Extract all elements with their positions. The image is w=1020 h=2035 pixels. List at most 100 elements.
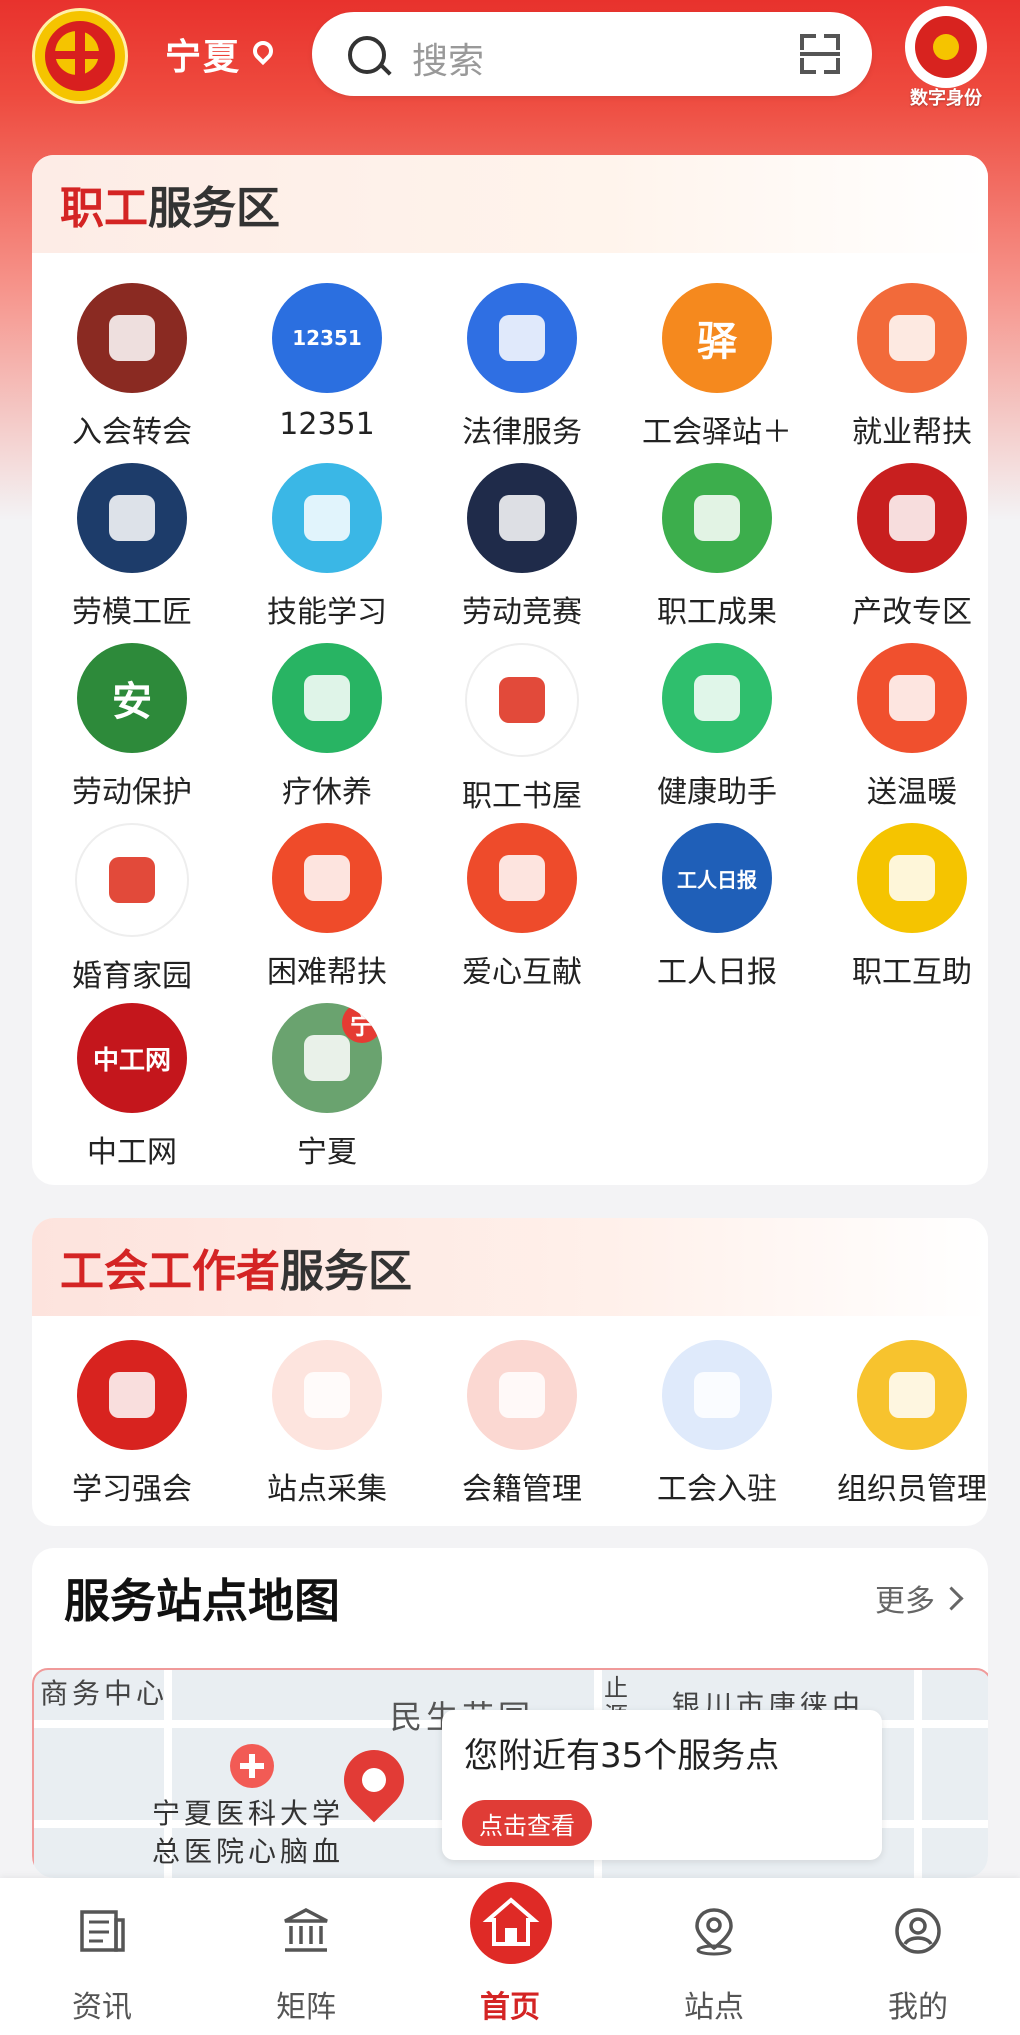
service-item[interactable]: 法律服务 [432,283,612,451]
icon-text: 中工网 [92,1045,171,1076]
title-highlight: 工会工作者 [60,1246,280,1297]
service-item[interactable]: 12351 12351 [237,283,417,442]
service-item[interactable]: 中工网 中工网 [42,1003,222,1171]
service-item-label: 入会转会 [72,415,192,450]
service-item[interactable]: 婚育家园 [42,823,222,995]
view-button[interactable]: 点击查看 [462,1800,592,1846]
ningxia-photo-icon: 宁 [272,1003,382,1113]
service-item-label: 疗休养 [282,775,372,810]
location-icon [695,1908,733,1956]
service-item[interactable]: 劳动竞赛 [432,463,612,631]
station-house-icon: 驿 [662,283,772,393]
tab-home[interactable]: 首页 [408,1878,612,2035]
service-item-label: 职工成果 [657,595,777,630]
service-item-label: 送温暖 [867,775,957,810]
worker-service-title: 职工 服务区 [32,155,988,253]
tab-matrix[interactable]: 矩阵 [204,1878,408,2035]
digital-id-icon [905,6,987,88]
union-emblem-icon [77,1340,187,1450]
service-item-label: 劳模工匠 [72,595,192,630]
map-label: 总医院心脑血 [152,1835,345,1868]
icon-text: 12351 [292,326,362,350]
service-item[interactable]: 职工互助 [822,823,988,991]
service-item[interactable]: 工会入驻 [627,1340,807,1508]
worker-service-panel: 职工 服务区 入会转会 12351 12351 法律服务 驿工会驿站＋ 就业帮扶 劳模工匠 技… [32,155,988,1185]
service-item-label: 工人日报 [657,955,777,990]
service-item[interactable]: 学习强会 [42,1340,222,1508]
document-icon [662,1340,772,1450]
union-logo-icon [32,8,128,104]
more-label: 更多 [875,1584,935,1619]
more-link[interactable]: 更多 [875,1576,964,1620]
service-item[interactable]: 会籍管理 [432,1340,612,1508]
service-item[interactable]: 组织员管理 [822,1340,988,1508]
location-pin-icon [248,36,278,66]
tab-label: 首页 [480,1990,540,2025]
service-item-label: 职工互助 [852,955,972,990]
member-icon [467,1340,577,1450]
map-title: 服务站点地图 [64,1574,340,1628]
membership-book-icon [77,283,187,393]
tab-label: 资讯 [72,1990,132,2025]
union-logo-icon [857,823,967,933]
search-bar[interactable]: 搜索 [312,12,872,96]
icon-text: 驿 [697,319,737,365]
digital-id-button[interactable]: 数字身份 [900,6,992,110]
service-item[interactable]: 工人日报 工人日报 [627,823,807,991]
tab-stations[interactable]: 站点 [612,1878,816,2035]
competition-icon [467,463,577,573]
palm-tree-icon [272,643,382,753]
service-item-label: 宁夏 [297,1135,357,1170]
map-label: 商务中心 [40,1677,169,1710]
medal-icon [77,463,187,573]
service-item-label: 婚育家园 [72,959,192,994]
tree-icon [662,463,772,573]
staff-service-title: 工会工作者 服务区 [32,1218,988,1316]
service-item-label: 困难帮扶 [267,955,387,990]
service-item[interactable]: 职工书屋 [432,643,612,815]
service-item[interactable]: 爱心互献 [432,823,612,991]
service-item[interactable]: 就业帮扶 [822,283,988,451]
scan-icon[interactable] [800,34,840,74]
home-icon [470,1882,552,1964]
tab-profile[interactable]: 我的 [816,1878,1020,2035]
service-item[interactable]: 站点采集 [237,1340,417,1508]
service-item[interactable]: 劳模工匠 [42,463,222,631]
service-item[interactable]: 入会转会 [42,283,222,451]
safety-health-icon: 安 [77,643,187,753]
location-pin-icon [331,1737,417,1823]
map-label: 宁夏医科大学 [152,1797,345,1830]
top-header: 宁夏 搜索 数字身份 [0,0,1020,140]
nearby-popup: 您附近有35个服务点 点击查看 [442,1710,882,1860]
search-placeholder: 搜索 [412,41,485,82]
service-item-label: 组织员管理 [837,1472,987,1507]
bottom-nav: 资讯 矩阵 首页 站点 我的 [0,1878,1020,2035]
region-selector[interactable]: 宁夏 [165,28,278,80]
service-item-label: 工会驿站＋ [642,415,792,450]
service-item[interactable]: 疗休养 [237,643,417,811]
service-item[interactable]: 技能学习 [237,463,417,631]
service-item[interactable]: 送温暖 [822,643,988,811]
service-item-label: 健康助手 [657,775,777,810]
service-item[interactable]: 产改专区 [822,463,988,631]
map-view[interactable]: 商务中心 民生花园 银川市唐徕中 止 源 宁夏医科大学 总医院心脑血 您附近有3… [32,1668,988,1878]
title-rest: 服务区 [148,183,280,234]
icon-text: 工人日报 [677,867,757,892]
service-item[interactable]: 宁宁夏 [237,1003,417,1171]
news-icon [80,1910,125,1952]
building-icon [284,1908,328,1952]
service-item[interactable]: 困难帮扶 [237,823,417,991]
search-icon [348,36,386,74]
hotline-12351-icon: 12351 [272,283,382,393]
service-item[interactable]: 健康助手 [627,643,807,811]
family-heart-icon [75,823,189,937]
service-item[interactable]: 职工成果 [627,463,807,631]
service-item[interactable]: 安劳动保护 [42,643,222,811]
region-label: 宁夏 [165,37,242,78]
service-item-label: 劳动竞赛 [462,595,582,630]
service-item-label: 产改专区 [852,595,972,630]
tab-news[interactable]: 资讯 [0,1878,204,2035]
service-item-label: 站点采集 [267,1472,387,1507]
service-item[interactable]: 驿工会驿站＋ [627,283,807,451]
hospital-icon [230,1744,274,1788]
